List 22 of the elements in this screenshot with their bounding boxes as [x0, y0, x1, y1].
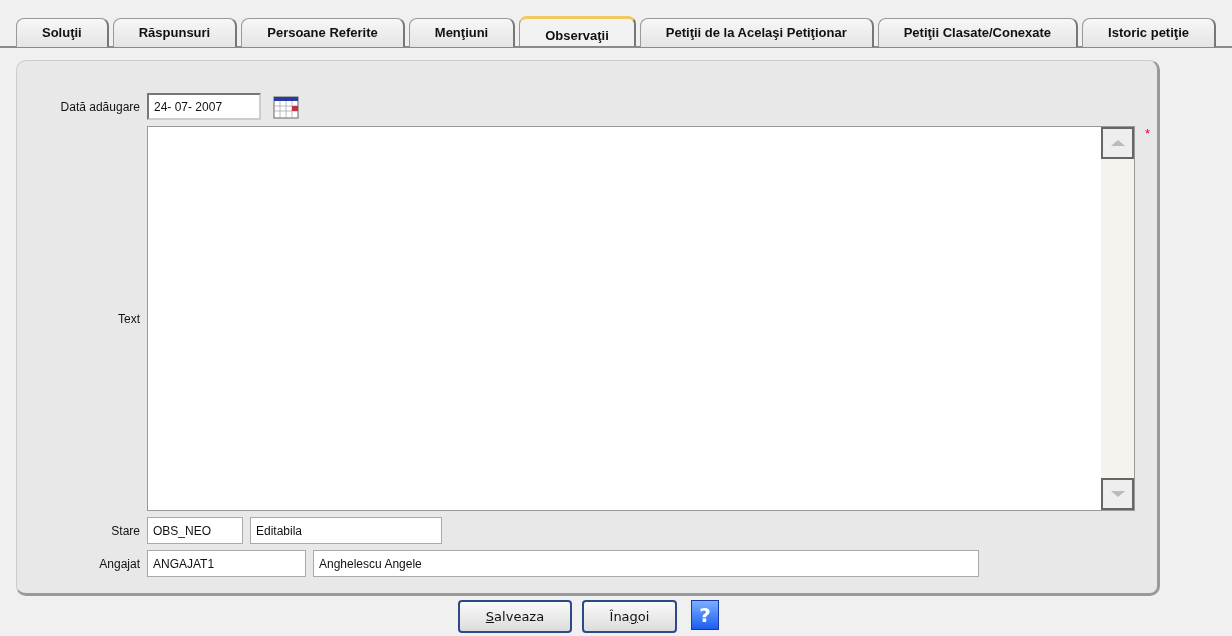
status-code-field[interactable]: OBS_NEO [147, 517, 243, 544]
field-label: Text [117, 311, 140, 326]
calendar-icon[interactable] [273, 94, 299, 119]
tab[interactable]: Soluţii [16, 18, 109, 47]
tab[interactable]: Răspunsuri [112, 18, 238, 47]
employee-code-field[interactable]: ANGAJAT1 [147, 550, 306, 577]
tab[interactable]: Petiţii Clasate/Conexate [877, 18, 1079, 47]
tab[interactable]: Istoric petiţie [1082, 18, 1216, 47]
field-label: Angajat [98, 556, 140, 571]
required-mark: * [1145, 126, 1151, 141]
field-label: Stare [110, 523, 140, 538]
tab[interactable]: Observaţii [519, 16, 636, 46]
scroll-bar[interactable] [1101, 127, 1134, 510]
tab[interactable]: Petiţii de la Acelaşi Petiţionar [639, 18, 874, 47]
employee-name-field[interactable]: Anghelescu Angele [313, 550, 979, 577]
tab[interactable]: Menţiuni [408, 18, 516, 47]
date-field[interactable]: 24- 07- 2007 [147, 93, 261, 120]
field-label: Dată adăugare [59, 99, 140, 114]
status-name-field[interactable]: Editabila [250, 517, 442, 544]
action-button[interactable]: Înagoi [582, 600, 677, 633]
tab[interactable]: Persoane Referite [241, 18, 405, 47]
action-button[interactable]: Salveaza [458, 600, 572, 633]
